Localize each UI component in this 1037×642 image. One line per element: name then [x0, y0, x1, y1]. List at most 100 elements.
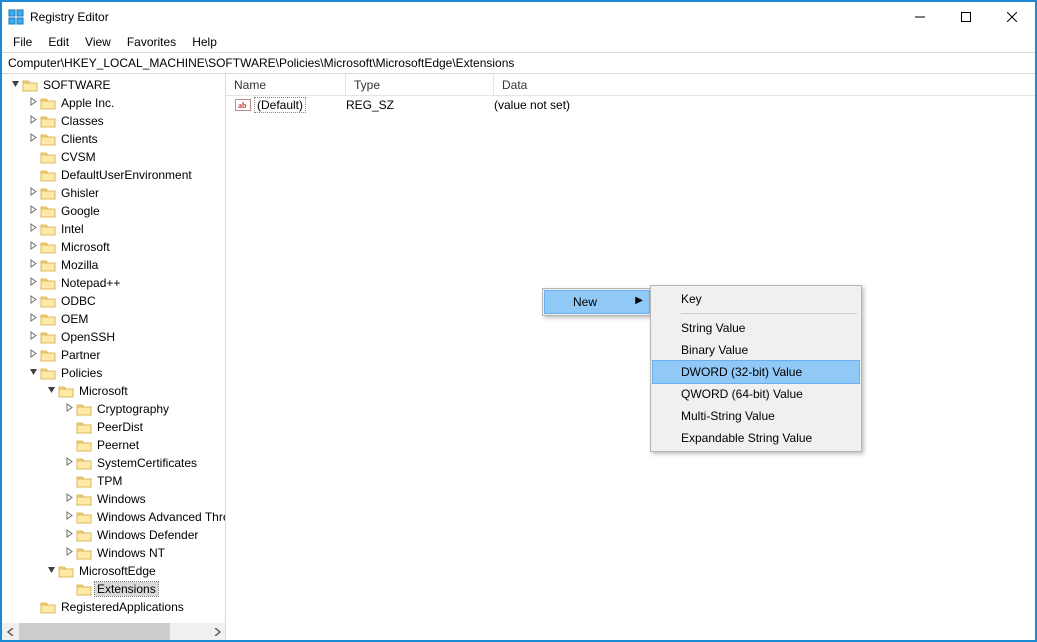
tree-item-label: CVSM: [59, 150, 98, 164]
list-row[interactable]: ab (Default) REG_SZ (value not set): [226, 96, 1035, 114]
folder-icon: [76, 456, 92, 470]
tree-item-label: Mozilla: [59, 258, 100, 272]
menu-edit[interactable]: Edit: [41, 33, 76, 51]
regedit-icon: [8, 9, 24, 25]
context-subitem[interactable]: Binary Value: [653, 339, 859, 361]
context-subitem-label: Binary Value: [681, 343, 748, 357]
tree-item[interactable]: SOFTWARE: [4, 76, 225, 94]
collapse-icon[interactable]: [44, 385, 58, 397]
folder-icon: [76, 492, 92, 506]
address-bar[interactable]: Computer\HKEY_LOCAL_MACHINE\SOFTWARE\Pol…: [2, 52, 1035, 74]
tree-item[interactable]: RegisteredApplications: [4, 598, 225, 616]
body: SOFTWAREApple Inc.ClassesClients CVSM Defa…: [2, 74, 1035, 640]
tree-item[interactable]: Microsoft: [4, 382, 225, 400]
tree-hscrollbar[interactable]: [2, 623, 225, 640]
column-name[interactable]: Name: [226, 74, 346, 95]
expand-icon[interactable]: [62, 547, 76, 559]
expand-icon[interactable]: [26, 97, 40, 109]
tree-item[interactable]: Classes: [4, 112, 225, 130]
tree-item[interactable]: Policies: [4, 364, 225, 382]
menu-view[interactable]: View: [78, 33, 118, 51]
menu-file[interactable]: File: [6, 33, 39, 51]
folder-icon: [40, 96, 56, 110]
tree-item[interactable]: Windows Advanced Threat Protection: [4, 508, 225, 526]
tree-item[interactable]: Partner: [4, 346, 225, 364]
tree-item[interactable]: MicrosoftEdge: [4, 562, 225, 580]
context-subitem[interactable]: Key: [653, 288, 859, 310]
expand-icon[interactable]: [26, 313, 40, 325]
tree-item[interactable]: Windows: [4, 490, 225, 508]
tree-item[interactable]: SystemCertificates: [4, 454, 225, 472]
tree-item[interactable]: Extensions: [4, 580, 225, 598]
expand-icon[interactable]: [26, 115, 40, 127]
expand-icon[interactable]: [26, 331, 40, 343]
expand-icon[interactable]: [26, 187, 40, 199]
collapse-icon[interactable]: [26, 367, 40, 379]
tree-item[interactable]: CVSM: [4, 148, 225, 166]
expand-icon[interactable]: [26, 241, 40, 253]
close-button[interactable]: [989, 2, 1035, 32]
menubar: File Edit View Favorites Help: [2, 32, 1035, 52]
tree-item[interactable]: Intel: [4, 220, 225, 238]
context-item-new[interactable]: New ▶: [545, 291, 649, 313]
context-subitem[interactable]: QWORD (64-bit) Value: [653, 383, 859, 405]
tree[interactable]: SOFTWAREApple Inc.ClassesClients CVSM Defa…: [2, 74, 225, 618]
scroll-thumb[interactable]: [19, 623, 170, 640]
expand-icon[interactable]: [26, 349, 40, 361]
context-subitem[interactable]: String Value: [653, 317, 859, 339]
expand-icon[interactable]: [26, 133, 40, 145]
collapse-icon[interactable]: [8, 79, 22, 91]
expand-icon[interactable]: [62, 529, 76, 541]
expand-icon[interactable]: [62, 511, 76, 523]
expand-icon[interactable]: [26, 259, 40, 271]
expand-icon[interactable]: [62, 403, 76, 415]
context-subitem[interactable]: Expandable String Value: [653, 427, 859, 449]
tree-item-label: Partner: [59, 348, 102, 362]
tree-item[interactable]: PeerDist: [4, 418, 225, 436]
tree-item[interactable]: Windows NT: [4, 544, 225, 562]
tree-item[interactable]: TPM: [4, 472, 225, 490]
tree-item-label: Windows Advanced Threat Protection: [95, 510, 226, 524]
tree-item[interactable]: Clients: [4, 130, 225, 148]
expand-icon[interactable]: [62, 493, 76, 505]
expand-icon[interactable]: [26, 205, 40, 217]
tree-item[interactable]: OpenSSH: [4, 328, 225, 346]
tree-item[interactable]: Windows Defender: [4, 526, 225, 544]
collapse-icon[interactable]: [44, 565, 58, 577]
tree-item[interactable]: Ghisler: [4, 184, 225, 202]
tree-item[interactable]: Mozilla: [4, 256, 225, 274]
tree-item[interactable]: ODBC: [4, 292, 225, 310]
menu-help[interactable]: Help: [185, 33, 224, 51]
tree-item-label: Google: [59, 204, 102, 218]
tree-item[interactable]: DefaultUserEnvironment: [4, 166, 225, 184]
tree-item[interactable]: Microsoft: [4, 238, 225, 256]
column-type[interactable]: Type: [346, 74, 494, 95]
maximize-button[interactable]: [943, 2, 989, 32]
context-subitem[interactable]: DWORD (32-bit) Value: [653, 361, 859, 383]
tree-item[interactable]: Notepad++: [4, 274, 225, 292]
folder-icon: [40, 222, 56, 236]
folder-icon: [40, 366, 56, 380]
tree-item[interactable]: Cryptography: [4, 400, 225, 418]
column-data[interactable]: Data: [494, 74, 1035, 95]
expand-icon[interactable]: [26, 223, 40, 235]
scroll-left-icon[interactable]: [2, 623, 19, 640]
tree-item-label: Policies: [59, 366, 104, 380]
context-subitem[interactable]: Multi-String Value: [653, 405, 859, 427]
tree-item[interactable]: Google: [4, 202, 225, 220]
tree-item-label: OpenSSH: [59, 330, 117, 344]
expand-icon[interactable]: [26, 295, 40, 307]
folder-icon: [76, 420, 92, 434]
folder-icon: [76, 474, 92, 488]
tree-item[interactable]: Apple Inc.: [4, 94, 225, 112]
expand-icon[interactable]: [62, 457, 76, 469]
scroll-right-icon[interactable]: [208, 623, 225, 640]
folder-icon: [40, 240, 56, 254]
expand-icon[interactable]: [26, 277, 40, 289]
tree-item-label: Windows: [95, 492, 148, 506]
menu-favorites[interactable]: Favorites: [120, 33, 183, 51]
minimize-button[interactable]: [897, 2, 943, 32]
tree-item[interactable]: OEM: [4, 310, 225, 328]
tree-item[interactable]: Peernet: [4, 436, 225, 454]
tree-item-label: Ghisler: [59, 186, 101, 200]
